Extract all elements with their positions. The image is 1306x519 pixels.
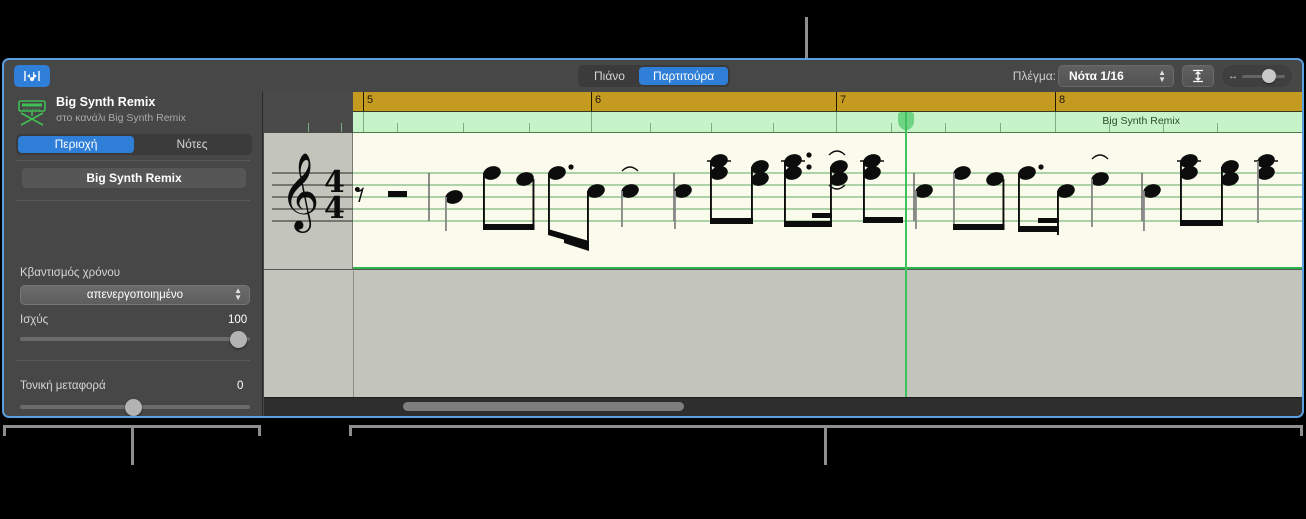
- beat-tick: [650, 123, 651, 132]
- zoom-slider[interactable]: ↔: [1222, 65, 1292, 87]
- time-quantize-value: απενεργοποιημένο: [86, 289, 184, 301]
- note-split-toggle-button[interactable]: [14, 65, 50, 87]
- strength-label: Ισχύς: [20, 314, 49, 326]
- beat-tick: [397, 123, 398, 132]
- treble-clef-icon: 𝄞: [280, 152, 320, 234]
- track-subtitle: στο κανάλι Big Synth Remix: [56, 112, 186, 124]
- chevron-updown-icon: ▲ ▼: [1158, 68, 1166, 84]
- strength-slider-track[interactable]: [20, 337, 250, 341]
- playhead-line: [905, 112, 907, 416]
- strength-value: 100: [228, 314, 248, 326]
- beat-tick: [1217, 123, 1218, 132]
- barline: [363, 92, 364, 111]
- staff-band[interactable]: 𝄞 4 4 𝄾: [264, 133, 1302, 270]
- quarter-rest: 𝄾: [354, 170, 365, 219]
- view-mode-segmented-control: Πιάνο Παρτιτούρα: [578, 65, 731, 87]
- callout-bracket-score-left-tip: [349, 425, 352, 436]
- beat-tick: [363, 112, 364, 132]
- track-name: Big Synth Remix: [56, 95, 156, 109]
- callout-leader-score: [824, 428, 827, 465]
- divider-mid: [16, 200, 250, 201]
- lower-empty-lane[interactable]: [264, 271, 1302, 398]
- half-rest: [388, 191, 407, 197]
- time-quantize-select[interactable]: απενεργοποιημένο ▲ ▼: [20, 285, 250, 305]
- time-signature: 4 4: [324, 165, 345, 226]
- bar-number: 5: [367, 94, 374, 106]
- svg-text:𝄾: 𝄾: [354, 170, 365, 219]
- barline: [1055, 92, 1056, 111]
- track-header: Big Synth Remix στο κανάλι Big Synth Rem…: [4, 92, 262, 156]
- callout-bracket-sidebar-right-tip: [258, 425, 261, 436]
- bar-number: 6: [595, 94, 602, 106]
- divider-bottom: [16, 360, 250, 361]
- callout-bracket-sidebar-left-tip: [3, 425, 6, 436]
- tab-piano[interactable]: Πιάνο: [580, 67, 639, 85]
- svg-text:𝄞: 𝄞: [280, 152, 320, 234]
- score-canvas[interactable]: 5 6 7 8 Big Synth Remix 𝄞 4 4 𝄾: [264, 92, 1302, 416]
- staff-notation[interactable]: 𝄞 4 4 𝄾: [264, 133, 1302, 270]
- region-strip[interactable]: Big Synth Remix: [308, 112, 1302, 133]
- barline: [836, 92, 837, 111]
- note-split-icon: [24, 71, 40, 81]
- synth-keyboard-icon: [16, 98, 48, 130]
- grid-value-select[interactable]: Νότα 1/16 ▲ ▼: [1058, 65, 1174, 87]
- transpose-value: 0: [237, 380, 244, 392]
- barline: [591, 92, 592, 111]
- horizontal-scrollbar-thumb[interactable]: [403, 402, 684, 411]
- beat-tick: [836, 112, 837, 132]
- measure-5-notes: [445, 164, 639, 251]
- ruler-left-spacer: [264, 92, 353, 112]
- measure-8-notes: [1143, 154, 1278, 231]
- beat-tick: [1055, 112, 1056, 132]
- beat-tick: [341, 123, 342, 132]
- vertical-collapse-icon: [1193, 69, 1203, 83]
- horizontal-resize-icon: ↔: [1228, 70, 1238, 82]
- lane-divider: [353, 271, 354, 398]
- bar-number: 8: [1059, 94, 1066, 106]
- beat-tick: [1000, 123, 1001, 132]
- callout-leader-top: [805, 17, 808, 58]
- measure-6-notes: [674, 150, 903, 229]
- interpolate-button[interactable]: [1182, 65, 1214, 87]
- editor-toolbar: Πιάνο Παρτιτούρα Πλέγμα: Νότα 1/16 ▲ ▼ ↔: [4, 60, 1302, 92]
- screenshot-root: Πιάνο Παρτιτούρα Πλέγμα: Νότα 1/16 ▲▼ ↔: [0, 0, 1306, 519]
- tab-region[interactable]: Περιοχή: [18, 136, 134, 153]
- transpose-label: Τονική μεταφορά: [20, 380, 106, 392]
- grid-label: Πλέγμα:: [1012, 69, 1056, 83]
- beat-tick: [308, 123, 309, 132]
- callout-bracket-score-right-tip: [1300, 425, 1303, 436]
- divider-top: [16, 160, 250, 161]
- beat-tick: [891, 123, 892, 132]
- transpose-slider-knob[interactable]: [125, 399, 142, 416]
- grid-value-text: Νότα 1/16: [1069, 69, 1124, 83]
- tab-notes[interactable]: Νότες: [134, 136, 250, 153]
- bar-ruler[interactable]: 5 6 7 8: [353, 92, 1302, 112]
- measure-7-notes: [915, 154, 1109, 235]
- beat-tick: [773, 123, 774, 132]
- score-editor-window: Πιάνο Παρτιτούρα Πλέγμα: Νότα 1/16 ▲▼ ↔: [2, 58, 1304, 418]
- horizontal-scrollbar[interactable]: [264, 397, 1302, 416]
- inspector-tabs: Περιοχή Νότες: [16, 134, 252, 155]
- beat-tick: [463, 123, 464, 132]
- zoom-slider-knob[interactable]: [1262, 69, 1276, 83]
- callout-leader-sidebar: [131, 428, 134, 465]
- beat-tick: [591, 112, 592, 132]
- svg-text:4: 4: [324, 191, 345, 226]
- beat-tick: [711, 123, 712, 132]
- beat-tick: [529, 123, 530, 132]
- region-strip-label: Big Synth Remix: [1102, 115, 1180, 127]
- region-name-field[interactable]: Big Synth Remix: [22, 168, 246, 188]
- tab-score[interactable]: Παρτιτούρα: [638, 67, 729, 85]
- chevron-updown-icon: ▲ ▼: [234, 286, 242, 302]
- strength-slider-knob[interactable]: [230, 331, 247, 348]
- beat-tick: [945, 123, 946, 132]
- time-quantize-label: Κβαντισμός χρόνου: [20, 267, 121, 279]
- bar-number: 7: [840, 94, 847, 106]
- inspector-sidebar: Big Synth Remix στο κανάλι Big Synth Rem…: [4, 92, 263, 416]
